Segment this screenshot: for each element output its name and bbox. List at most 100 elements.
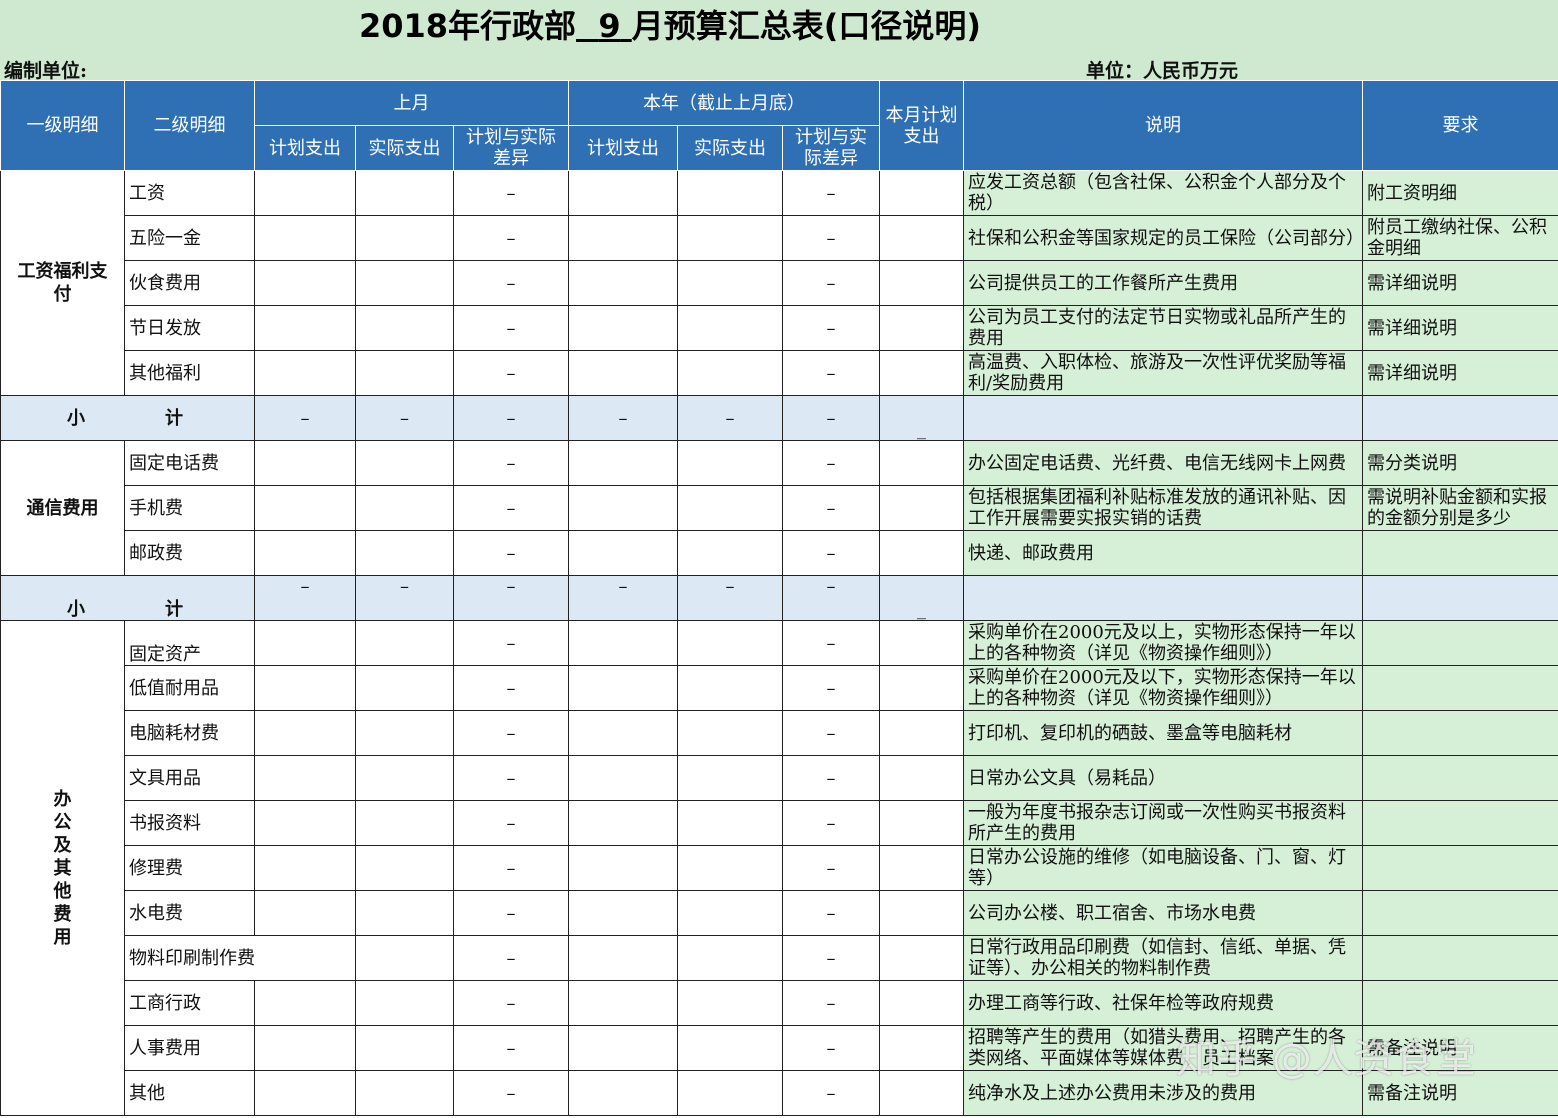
diff-cell[interactable]: – [782,890,880,936]
value-cell[interactable] [879,800,964,846]
diff-cell[interactable]: – [453,485,569,531]
value-cell[interactable] [568,890,678,936]
value-cell[interactable] [879,710,964,756]
diff-cell[interactable]: – [782,530,880,576]
value-cell[interactable] [568,935,678,981]
value-cell[interactable] [355,530,454,576]
value-cell[interactable] [568,215,678,261]
value-cell[interactable] [879,305,964,351]
value-cell[interactable] [355,755,454,801]
diff-cell[interactable]: – [453,620,569,666]
diff-cell[interactable]: – [782,980,880,1026]
value-cell[interactable] [254,170,356,216]
diff-cell[interactable]: – [782,1025,880,1071]
diff-cell[interactable]: – [782,215,880,261]
value-cell[interactable] [568,755,678,801]
diff-cell[interactable]: – [453,890,569,936]
diff-cell[interactable]: – [453,440,569,486]
value-cell[interactable] [879,890,964,936]
value-cell[interactable] [355,485,454,531]
value-cell[interactable] [568,350,678,396]
value-cell[interactable] [879,1025,964,1071]
value-cell[interactable] [568,710,678,756]
value-cell[interactable] [879,620,964,666]
diff-cell[interactable]: – [782,305,880,351]
value-cell[interactable] [254,755,356,801]
value-cell[interactable] [355,215,454,261]
diff-cell[interactable]: – [453,980,569,1026]
diff-cell[interactable]: – [453,845,569,891]
diff-cell[interactable]: – [453,170,569,216]
value-cell[interactable] [677,1070,783,1116]
value-cell[interactable] [677,845,783,891]
value-cell[interactable] [568,980,678,1026]
diff-cell[interactable]: – [453,800,569,846]
value-cell[interactable] [677,980,783,1026]
diff-cell[interactable]: – [782,170,880,216]
value-cell[interactable] [355,305,454,351]
value-cell[interactable] [355,170,454,216]
diff-cell[interactable]: – [453,710,569,756]
value-cell[interactable] [568,1025,678,1071]
value-cell[interactable] [568,665,678,711]
diff-cell[interactable]: – [782,755,880,801]
value-cell[interactable] [355,350,454,396]
diff-cell[interactable]: – [453,215,569,261]
diff-cell[interactable]: – [453,935,569,981]
value-cell[interactable] [254,1070,356,1116]
value-cell[interactable] [677,170,783,216]
diff-cell[interactable]: – [453,755,569,801]
value-cell[interactable] [254,215,356,261]
value-cell[interactable] [254,305,356,351]
value-cell[interactable] [254,485,356,531]
value-cell[interactable] [879,665,964,711]
value-cell[interactable] [677,440,783,486]
value-cell[interactable] [677,620,783,666]
value-cell[interactable] [879,980,964,1026]
value-cell[interactable] [879,845,964,891]
diff-cell[interactable]: – [453,260,569,306]
value-cell[interactable] [568,845,678,891]
value-cell[interactable] [568,1070,678,1116]
value-cell[interactable] [355,260,454,306]
value-cell[interactable] [879,440,964,486]
diff-cell[interactable]: – [453,1025,569,1071]
value-cell[interactable] [355,980,454,1026]
value-cell[interactable] [677,665,783,711]
value-cell[interactable] [568,260,678,306]
value-cell[interactable] [355,710,454,756]
value-cell[interactable] [254,260,356,306]
value-cell[interactable] [254,710,356,756]
value-cell[interactable] [254,440,356,486]
diff-cell[interactable]: – [453,665,569,711]
value-cell[interactable] [355,890,454,936]
value-cell[interactable] [254,800,356,846]
value-cell[interactable] [254,890,356,936]
value-cell[interactable] [254,530,356,576]
value-cell[interactable] [355,665,454,711]
value-cell[interactable] [355,620,454,666]
value-cell[interactable] [254,350,356,396]
value-cell[interactable] [879,170,964,216]
value-cell[interactable] [677,890,783,936]
value-cell[interactable] [879,935,964,981]
diff-cell[interactable]: – [782,1070,880,1116]
value-cell[interactable] [677,710,783,756]
diff-cell[interactable]: – [782,800,880,846]
value-cell[interactable] [568,440,678,486]
value-cell[interactable] [879,260,964,306]
value-cell[interactable] [254,980,356,1026]
value-cell[interactable] [355,1025,454,1071]
value-cell[interactable] [677,305,783,351]
value-cell[interactable] [254,845,356,891]
value-cell[interactable] [568,530,678,576]
value-cell[interactable] [677,800,783,846]
value-cell[interactable] [677,260,783,306]
value-cell[interactable] [879,485,964,531]
value-cell[interactable] [677,935,783,981]
diff-cell[interactable]: – [782,935,880,981]
diff-cell[interactable]: – [453,530,569,576]
diff-cell[interactable]: – [782,845,880,891]
value-cell[interactable] [568,620,678,666]
value-cell[interactable] [677,1025,783,1071]
